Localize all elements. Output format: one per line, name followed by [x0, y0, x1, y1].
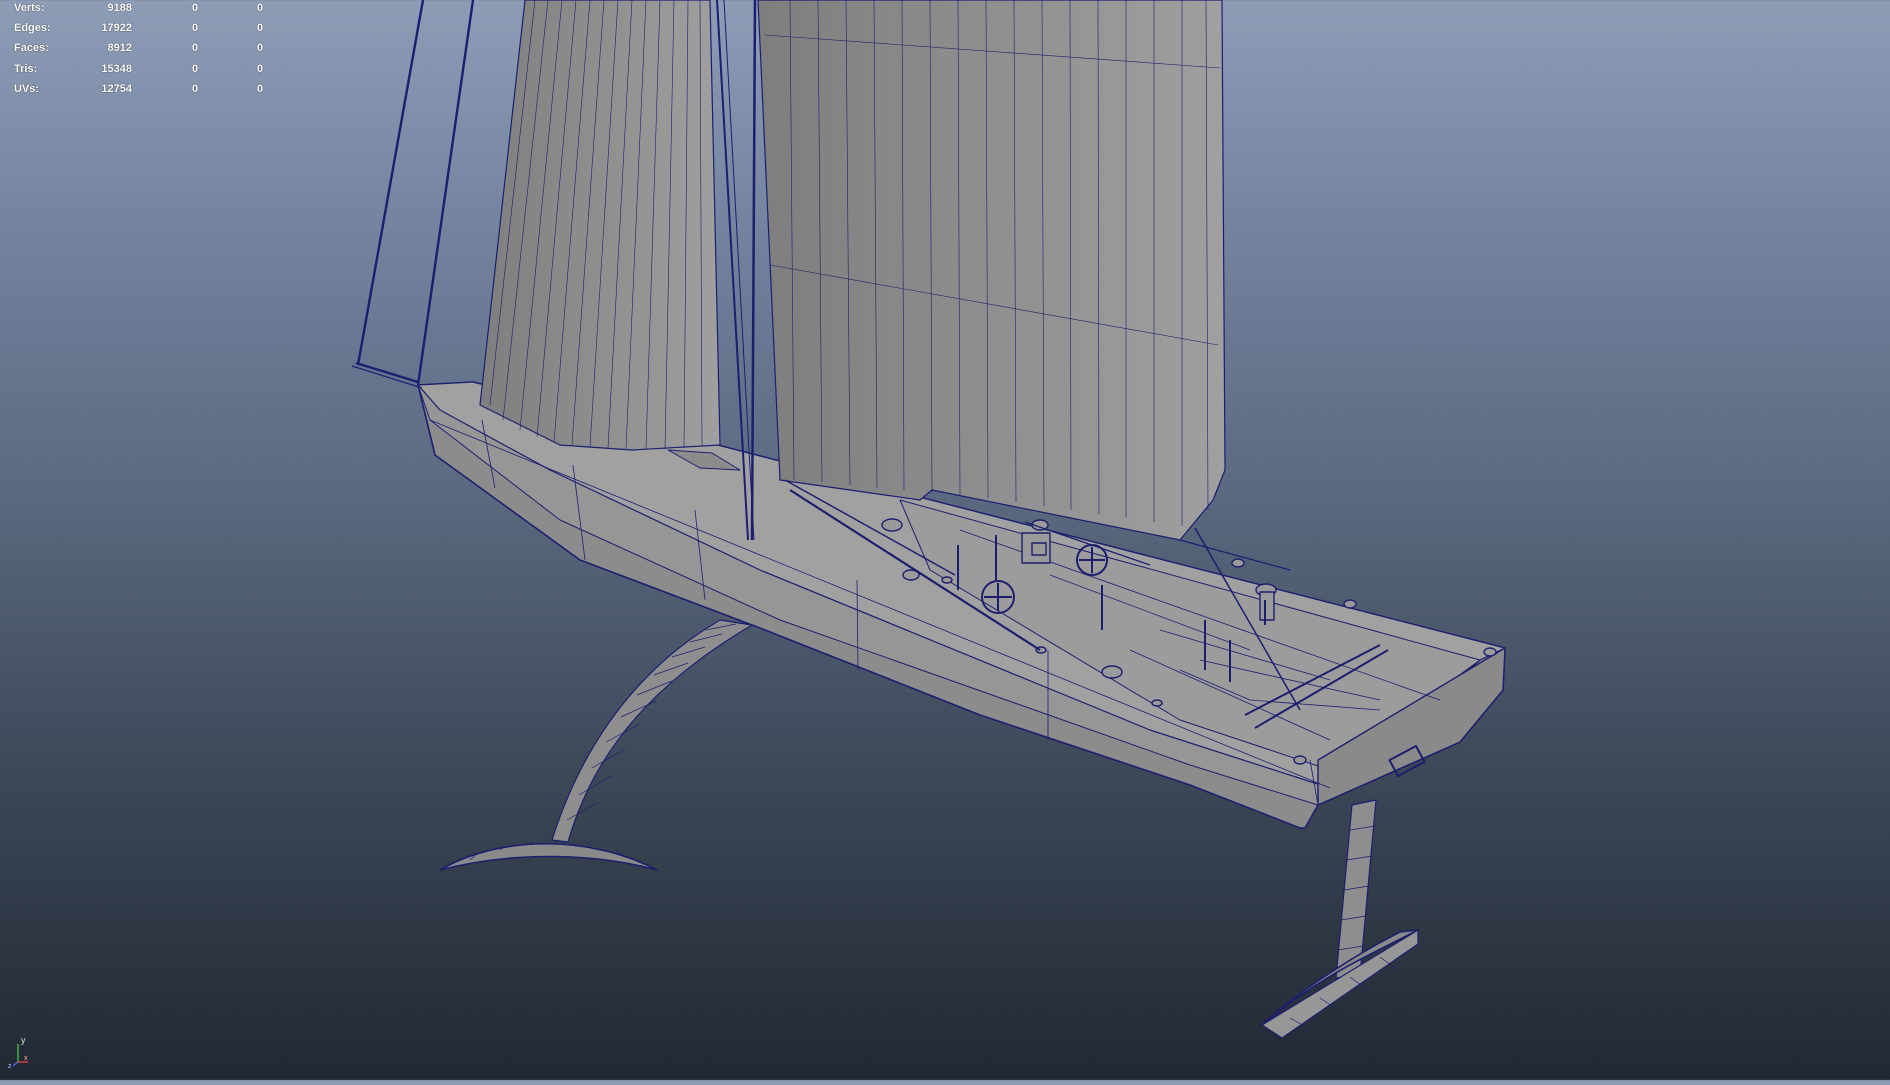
hud-value: 8912: [107, 42, 132, 54]
hud-value: 0: [191, 63, 199, 75]
hud-row-faces: Faces: 8912 0 0: [0, 40, 280, 60]
hud-value: 0: [256, 22, 264, 34]
hud-label: UVs:: [14, 83, 40, 95]
hud-value: 0: [191, 2, 199, 14]
hud-value: 9188: [107, 2, 132, 14]
hud-value: 0: [256, 42, 264, 54]
sailboat-mesh[interactable]: [351, 0, 1506, 1039]
aft-foil: [1261, 799, 1419, 1039]
jib-sail: [479, 0, 741, 471]
axis-y-label: y: [21, 1035, 26, 1045]
forward-foil: [439, 619, 753, 871]
axis-z-label: z: [8, 1063, 12, 1068]
hud-value: 15348: [101, 63, 132, 75]
hud-value: 0: [191, 83, 199, 95]
hud-row-verts: Verts: 9188 0 0: [0, 0, 280, 20]
hud-label: Verts:: [14, 2, 45, 14]
hud-value: 0: [191, 22, 199, 34]
axis-gizmo-icon: y x z: [8, 1034, 32, 1070]
hud-value: 0: [256, 63, 264, 75]
forestay: [351, 0, 475, 389]
3d-viewport[interactable]: [0, 0, 1890, 1080]
hud-value: 17922: [101, 22, 132, 34]
hud-row-uvs: UVs: 12754 0 0: [0, 81, 280, 101]
hud-value: 0: [256, 83, 264, 95]
mainsail: [757, 0, 1226, 541]
hud-label: Edges:: [14, 22, 51, 34]
scene-svg: [351, 0, 1506, 1039]
hud-value: 0: [191, 42, 199, 54]
hud-value: 12754: [101, 83, 132, 95]
hud-label: Tris:: [14, 63, 38, 75]
axis-x-label: x: [24, 1055, 28, 1062]
hud-row-tris: Tris: 15348 0 0: [0, 61, 280, 81]
hud-row-edges: Edges: 17922 0 0: [0, 20, 280, 40]
hud-value: 0: [256, 2, 264, 14]
poly-count-hud: Verts: 9188 0 0 Edges: 17922 0 0 Faces: …: [0, 0, 280, 100]
hud-label: Faces:: [14, 42, 49, 54]
